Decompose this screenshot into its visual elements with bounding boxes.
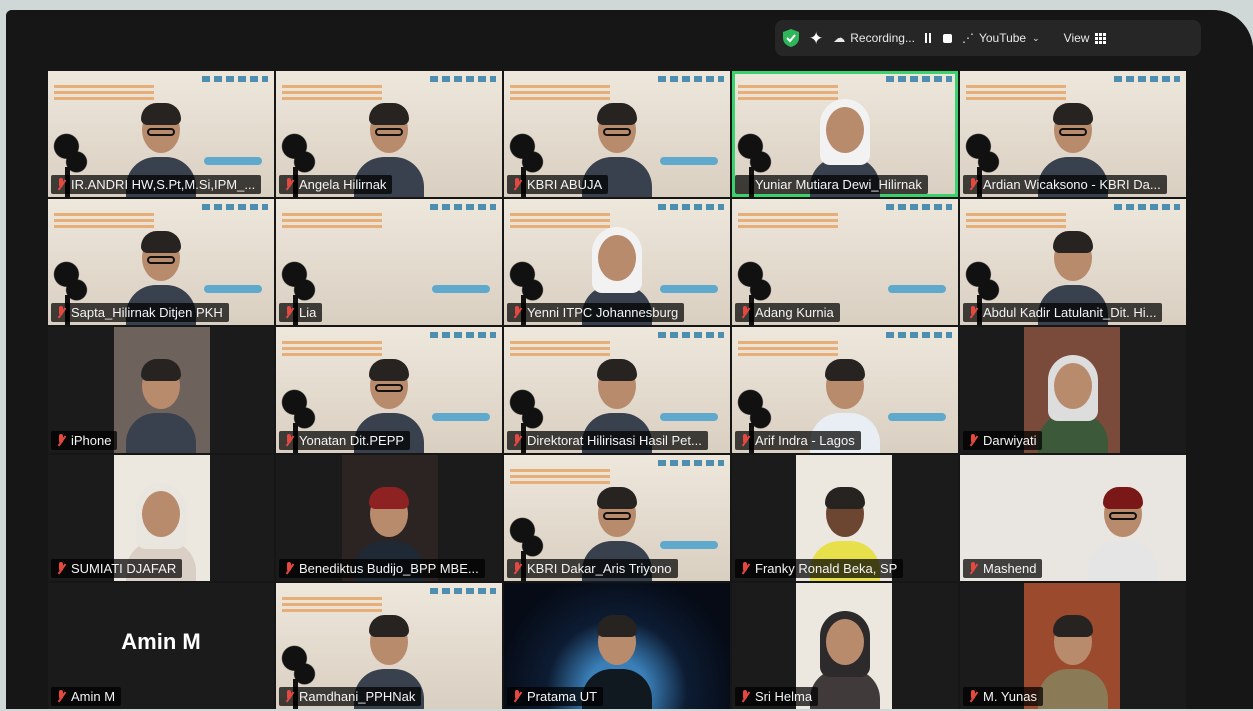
participant-tile[interactable]: M. Yunas — [960, 583, 1186, 709]
chevron-down-icon: ⌄ — [1032, 32, 1040, 43]
participant-name-label: KBRI Dakar_Aris Triyono — [507, 559, 678, 578]
participant-name-label: M. Yunas — [963, 687, 1043, 706]
participant-tile[interactable]: Yonatan Dit.PEPP — [276, 327, 502, 453]
mic-muted-icon — [968, 306, 978, 319]
avatar-name-text: Amin M — [121, 629, 201, 654]
participant-name-label: Ramdhani_PPHNak — [279, 687, 422, 706]
participant-tile[interactable]: Mashend — [960, 455, 1186, 581]
participant-name-label: Franky Ronald Beka, SP — [735, 559, 904, 578]
participant-tile[interactable]: Ardian Wicaksono - KBRI Da... — [960, 71, 1186, 197]
cloud-record-icon: ☁ — [833, 31, 846, 45]
participant-tile[interactable]: iPhone — [48, 327, 274, 453]
pause-icon[interactable] — [924, 33, 933, 43]
participant-name-label: Sapta_Hilirnak Ditjen PKH — [51, 303, 229, 322]
mic-muted-icon — [512, 178, 522, 191]
mic-muted-icon — [56, 306, 66, 319]
participant-tile[interactable]: Ramdhani_PPHNak — [276, 583, 502, 709]
participant-tile[interactable]: Angela Hilirnak — [276, 71, 502, 197]
recording-label: Recording... — [850, 31, 915, 45]
mic-muted-icon — [740, 562, 750, 575]
participant-tile[interactable]: Benediktus Budijo_BPP MBE... — [276, 455, 502, 581]
livestream-button[interactable]: ⋰ YouTube ⌄ — [962, 31, 1040, 45]
mic-muted-icon — [284, 562, 294, 575]
participant-name-label: Benediktus Budijo_BPP MBE... — [279, 559, 485, 578]
participant-name-label: IR.ANDRI HW,S.Pt,M.Si,IPM_... — [51, 175, 262, 194]
mic-muted-icon — [968, 690, 978, 703]
mic-muted-icon — [968, 562, 978, 575]
mic-muted-icon — [740, 434, 750, 447]
participant-tile[interactable]: Yenni ITPC Johannesburg — [504, 199, 730, 325]
participant-tile[interactable]: Abdul Kadir Latulanit_Dit. Hi... — [960, 199, 1186, 325]
participant-tile[interactable]: Sapta_Hilirnak Ditjen PKH — [48, 199, 274, 325]
sparkle-icon[interactable]: ✦ — [809, 30, 823, 47]
participant-tile-active-speaker[interactable]: Yuniar Mutiara Dewi_Hilirnak — [732, 71, 958, 197]
participant-name-label: Direktorat Hilirisasi Hasil Pet... — [507, 431, 708, 450]
participant-name-label: iPhone — [51, 431, 118, 450]
participant-name-label: Arif Indra - Lagos — [735, 431, 861, 450]
participant-name-label: Yuniar Mutiara Dewi_Hilirnak — [735, 175, 928, 194]
participant-name-label: Abdul Kadir Latulanit_Dit. Hi... — [963, 303, 1163, 322]
participant-tile[interactable]: KBRI Dakar_Aris Triyono — [504, 455, 730, 581]
mic-muted-icon — [284, 434, 294, 447]
participant-tile[interactable]: IR.ANDRI HW,S.Pt,M.Si,IPM_... — [48, 71, 274, 197]
mic-muted-icon — [740, 306, 750, 319]
mic-muted-icon — [968, 178, 978, 191]
participant-name-label: Sri Helma — [735, 687, 819, 706]
grid-view-icon — [1095, 32, 1107, 44]
participant-gallery: IR.ANDRI HW,S.Pt,M.Si,IPM_... Angela Hil… — [48, 71, 1187, 711]
participant-tile[interactable]: Arif Indra - Lagos — [732, 327, 958, 453]
mic-muted-icon — [284, 178, 294, 191]
participant-tile-avatar[interactable]: Amin M Amin M — [48, 583, 274, 709]
participant-tile[interactable]: Franky Ronald Beka, SP — [732, 455, 958, 581]
participant-tile[interactable]: Lia — [276, 199, 502, 325]
stop-icon[interactable] — [942, 33, 952, 43]
mic-muted-icon — [56, 562, 66, 575]
participant-name-label: Lia — [279, 303, 323, 322]
participant-tile[interactable]: Sri Helma — [732, 583, 958, 709]
broadcast-icon: ⋰ — [961, 31, 974, 45]
participant-name-label: Ardian Wicaksono - KBRI Da... — [963, 175, 1167, 194]
participant-name-label: Yonatan Dit.PEPP — [279, 431, 411, 450]
mic-muted-icon — [284, 306, 294, 319]
top-bar: ✦ ☁ Recording... ⋰ YouTube ⌄ View — [6, 10, 1253, 62]
stream-label: YouTube — [978, 31, 1027, 45]
participant-name-label: SUMIATI DJAFAR — [51, 559, 183, 578]
mic-muted-icon — [56, 690, 66, 703]
shield-check-icon[interactable] — [783, 29, 799, 47]
participant-name-label: Adang Kurnia — [735, 303, 840, 322]
participant-tile[interactable]: Darwiyati — [960, 327, 1186, 453]
mic-muted-icon — [56, 434, 66, 447]
recording-status[interactable]: ☁ Recording... — [833, 31, 915, 45]
participant-name-label: Darwiyati — [963, 431, 1043, 450]
participant-name-label: Mashend — [963, 559, 1043, 578]
participant-tile[interactable]: KBRI ABUJA — [504, 71, 730, 197]
mic-muted-icon — [740, 690, 750, 703]
mic-muted-icon — [512, 690, 522, 703]
mic-muted-icon — [512, 562, 522, 575]
participant-name-label: Yenni ITPC Johannesburg — [507, 303, 685, 322]
meeting-controls: ✦ ☁ Recording... ⋰ YouTube ⌄ View — [775, 20, 1201, 56]
view-button[interactable]: View — [1064, 31, 1107, 45]
participant-name-label: Angela Hilirnak — [279, 175, 393, 194]
view-label: View — [1063, 31, 1090, 45]
participant-tile[interactable]: Adang Kurnia — [732, 199, 958, 325]
mic-muted-icon — [512, 306, 522, 319]
participant-tile[interactable]: Direktorat Hilirisasi Hasil Pet... — [504, 327, 730, 453]
mic-muted-icon — [56, 178, 66, 191]
mic-muted-icon — [512, 434, 522, 447]
participant-name-label: Pratama UT — [507, 687, 604, 706]
participant-tile[interactable]: SUMIATI DJAFAR — [48, 455, 274, 581]
mic-muted-icon — [284, 690, 294, 703]
participant-tile[interactable]: Pratama UT — [504, 583, 730, 709]
mic-muted-icon — [968, 434, 978, 447]
participant-name-label: Amin M — [51, 687, 122, 706]
participant-name-label: KBRI ABUJA — [507, 175, 609, 194]
